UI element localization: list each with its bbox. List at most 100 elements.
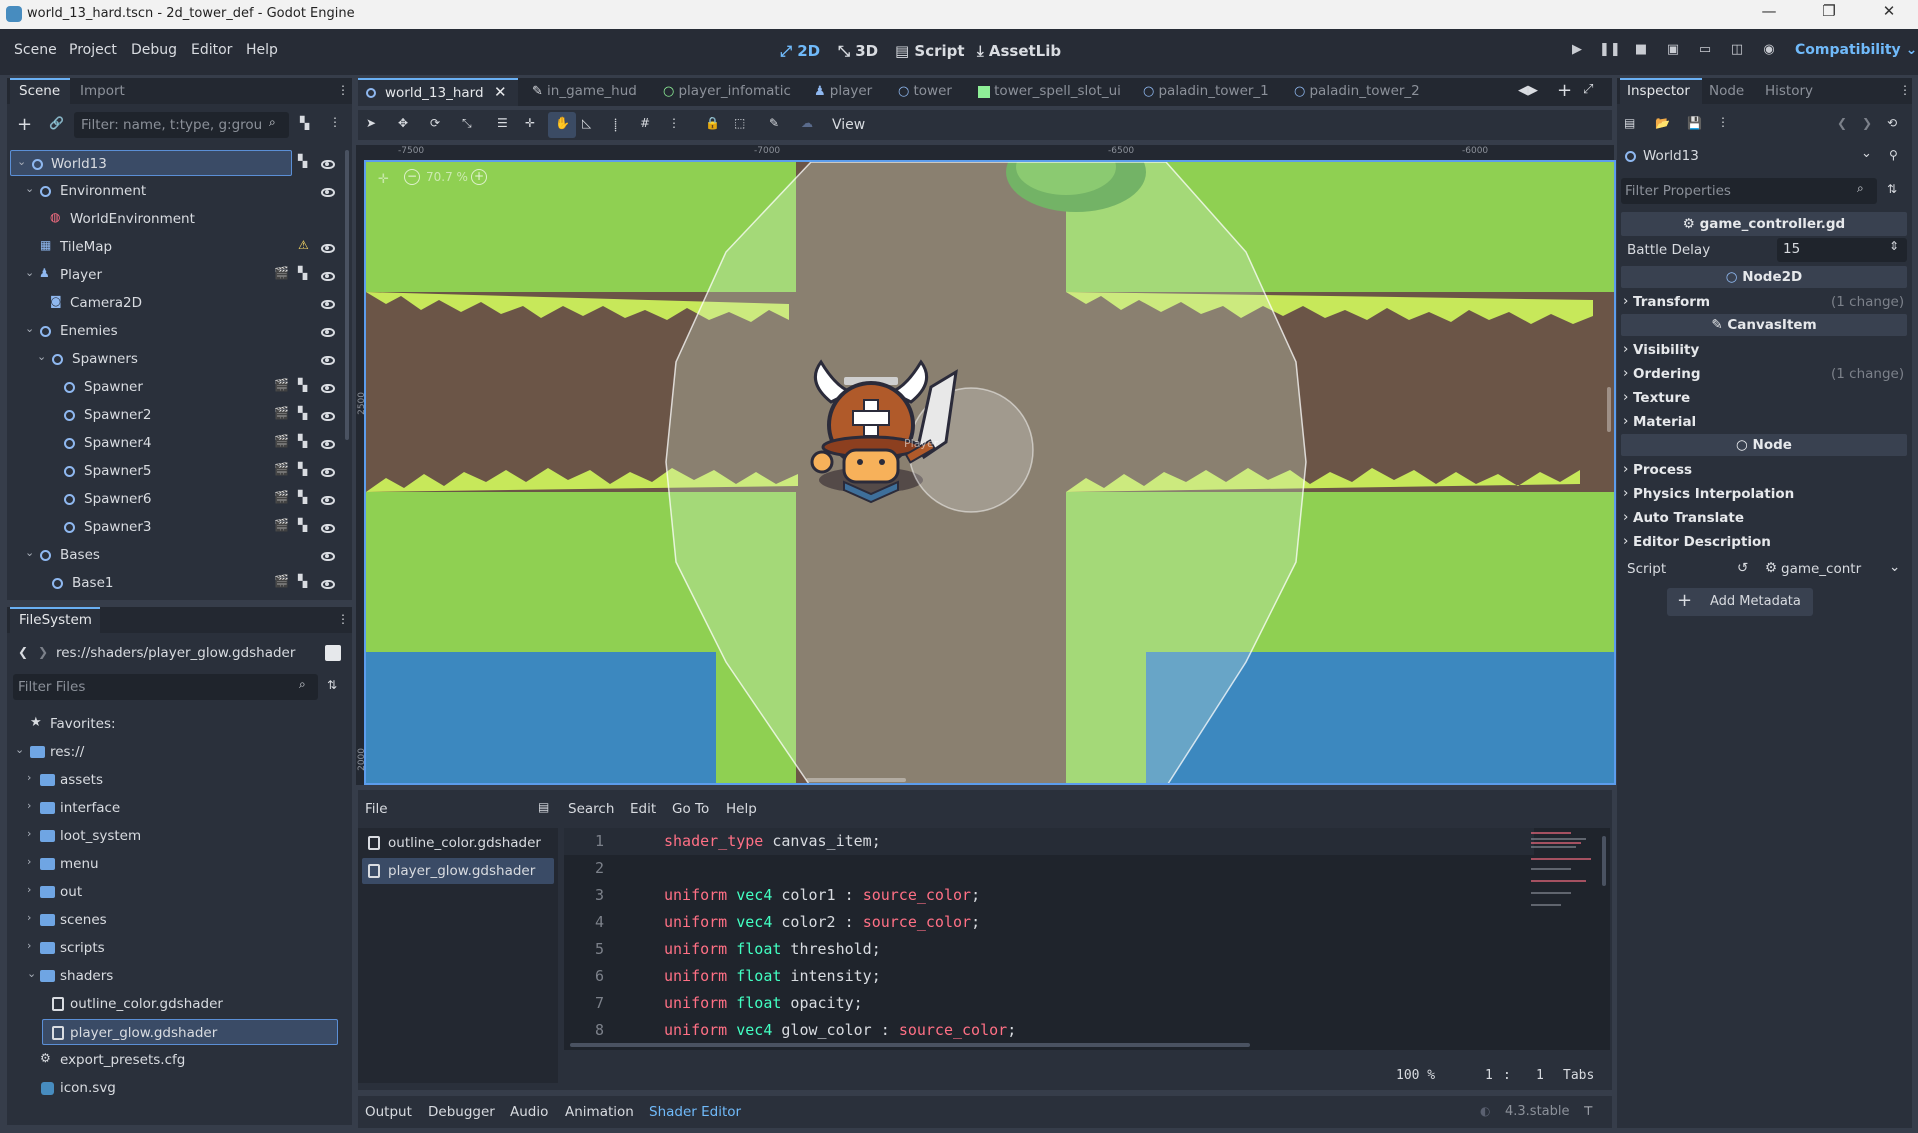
tab-in-game-hud[interactable]: ✎ in_game_hud <box>532 83 637 99</box>
view-menu[interactable]: View <box>832 117 865 133</box>
menu-project[interactable]: Project <box>69 42 117 58</box>
revert-icon[interactable]: ↺ <box>1737 560 1748 576</box>
forward-icon[interactable]: ❯ <box>38 645 48 659</box>
split-view-icon[interactable] <box>325 645 341 661</box>
ordering-category[interactable]: › Ordering (1 change) <box>1621 362 1911 386</box>
file-icon-svg[interactable]: icon.svg <box>10 1075 340 1101</box>
add-node-icon[interactable]: + <box>17 114 32 135</box>
dock-menu-icon[interactable]: ⋮ <box>337 83 349 97</box>
dock-menu-icon[interactable]: ⋮ <box>1899 83 1911 97</box>
scene-tree-scrollbar[interactable] <box>345 150 349 440</box>
tab-history[interactable]: History <box>1765 83 1813 99</box>
transform-category[interactable]: › Transform (1 change) <box>1621 290 1911 314</box>
viewport-hscrollbar[interactable] <box>806 778 906 782</box>
node-info-icon[interactable]: ⚲ <box>1889 148 1898 162</box>
tree-row-spawner3[interactable]: Spawner3 <box>10 514 310 540</box>
add-tab-icon[interactable]: + <box>1557 80 1572 101</box>
minimize-button[interactable]: — <box>1746 2 1792 26</box>
code-editor[interactable]: 1 shader_type canvas_item; 2 3 uniform vec4 … <box>564 828 1610 1050</box>
script-icon[interactable]: ▚ <box>298 154 307 168</box>
mode-3d-button[interactable]: ⤡ 3D <box>838 42 878 60</box>
tab-player-infomatic[interactable]: ○ player_infomatic <box>663 83 791 99</box>
tree-row-enemies[interactable]: ⌄ Enemies <box>10 318 310 344</box>
instance-icon[interactable]: 🎬 <box>274 574 289 588</box>
version-label[interactable]: 4.3.stable <box>1505 1104 1570 1119</box>
attach-script-icon[interactable]: ▚ <box>300 116 309 130</box>
folder-scripts[interactable]: › scripts <box>10 935 340 961</box>
chevron-down-icon[interactable]: ⌄ <box>25 266 34 279</box>
chevron-down-icon[interactable]: ⌄ <box>27 967 36 980</box>
instance-icon[interactable]: 🎬 <box>274 462 289 476</box>
sort-icon[interactable]: ⇅ <box>327 678 337 692</box>
script-icon[interactable]: ▚ <box>298 462 307 476</box>
shader-file-outline-color[interactable]: outline_color.gdshader <box>362 830 554 856</box>
chevron-right-icon[interactable]: › <box>27 799 31 812</box>
script-icon[interactable]: ▚ <box>298 266 307 280</box>
tab-shader-editor[interactable]: Shader Editor <box>649 1104 741 1120</box>
chevron-down-icon[interactable]: ⌄ <box>25 182 34 195</box>
folder-menu[interactable]: › menu <box>10 851 340 877</box>
smart-snap-icon[interactable]: ⸽ <box>614 116 617 133</box>
pivot-tool-icon[interactable]: ✛ <box>525 116 535 130</box>
folder-interface[interactable]: › interface <box>10 795 340 821</box>
lock-icon[interactable]: 🔒 <box>705 116 720 130</box>
chevron-down-icon[interactable]: ⌄ <box>17 155 26 168</box>
code-minimap[interactable] <box>1526 828 1596 928</box>
viewport-vscrollbar[interactable] <box>1607 387 1611 432</box>
indent-mode[interactable]: Tabs <box>1563 1068 1594 1083</box>
tab-tower[interactable]: ○ tower <box>898 83 952 99</box>
folder-shaders[interactable]: ⌄ shaders <box>10 963 340 989</box>
chevron-down-icon[interactable]: ⌄ <box>25 322 34 335</box>
battle-delay-spinbox[interactable]: 15 ⇕ <box>1777 238 1907 262</box>
tree-row-environment[interactable]: ⌄ Environment <box>10 178 310 204</box>
shader-file-player-glow[interactable]: player_glow.gdshader <box>362 858 554 884</box>
code-zoom-level[interactable]: 100 % <box>1396 1068 1435 1083</box>
visibility-eye-icon[interactable] <box>321 552 335 561</box>
pan-tool-button[interactable]: ✋ <box>548 112 576 138</box>
tree-row-player[interactable]: ⌄ ♟ Player <box>10 262 310 288</box>
scene-options-icon[interactable]: ⋮ <box>329 115 341 129</box>
object-history-icon[interactable]: ⟲ <box>1887 116 1897 130</box>
play-scene-icon[interactable]: ▭ <box>1695 42 1715 60</box>
physics-interpolation-category[interactable]: › Physics Interpolation <box>1621 482 1911 506</box>
movie-maker-icon[interactable]: ◉ <box>1759 42 1779 60</box>
zoom-out-icon[interactable]: − <box>404 169 420 185</box>
zoom-level[interactable]: 70.7 % <box>426 170 468 184</box>
chevron-down-icon[interactable]: ⌄ <box>15 743 24 756</box>
menu-debug[interactable]: Debug <box>131 42 177 58</box>
chevron-right-icon[interactable]: › <box>27 939 31 952</box>
file-player-glow-shader[interactable]: player_glow.gdshader <box>42 1019 338 1045</box>
link-icon[interactable]: 🔗 <box>49 116 64 130</box>
favorites-row[interactable]: ★ Favorites: <box>10 711 340 737</box>
code-vscrollbar[interactable] <box>1602 836 1606 886</box>
folder-assets[interactable]: › assets <box>10 767 340 793</box>
scene-filter-input[interactable]: Filter: name, t:type, g:grou ⌕ <box>74 112 289 138</box>
visibility-eye-icon[interactable] <box>321 244 335 253</box>
tree-row-camera2d[interactable]: ◙ Camera2D <box>10 290 310 316</box>
texture-category[interactable]: › Texture <box>1621 386 1911 410</box>
folder-loot-system[interactable]: › loot_system <box>10 823 340 849</box>
menu-scene[interactable]: Scene <box>14 42 57 58</box>
scale-tool-icon[interactable]: ⤡ <box>462 116 472 131</box>
filter-properties-input[interactable]: Filter Properties ⌕ <box>1621 178 1877 204</box>
instance-icon[interactable]: 🎬 <box>274 406 289 420</box>
filter-files-input[interactable]: Filter Files ⌕ <box>13 674 318 700</box>
zoom-in-icon[interactable]: + <box>471 169 487 185</box>
mode-2d-button[interactable]: ⤢ 2D <box>780 42 820 60</box>
pause-icon[interactable]: ❚❚ <box>1599 42 1621 60</box>
script-icon[interactable]: ▚ <box>298 434 307 448</box>
editor-description-category[interactable]: › Editor Description <box>1621 530 1911 554</box>
tab-output[interactable]: Output <box>365 1104 412 1120</box>
tree-row-tilemap[interactable]: ▦ TileMap <box>10 234 310 260</box>
play-custom-icon[interactable]: ◫ <box>1727 42 1747 60</box>
instance-icon[interactable]: 🎬 <box>274 490 289 504</box>
chevron-right-icon[interactable]: › <box>27 855 31 868</box>
tree-row-spawner5[interactable]: Spawner5 <box>10 458 310 484</box>
save-icon[interactable]: 💾 <box>1687 116 1702 130</box>
back-icon[interactable]: ❮ <box>18 645 28 659</box>
mode-assetlib-button[interactable]: ⤓ AssetLib <box>977 42 1061 60</box>
close-window-button[interactable]: ✕ <box>1866 2 1912 26</box>
file-outline-color-shader[interactable]: outline_color.gdshader <box>10 991 340 1017</box>
instance-icon[interactable]: 🎬 <box>274 518 289 532</box>
tab-debugger[interactable]: Debugger <box>428 1104 495 1120</box>
